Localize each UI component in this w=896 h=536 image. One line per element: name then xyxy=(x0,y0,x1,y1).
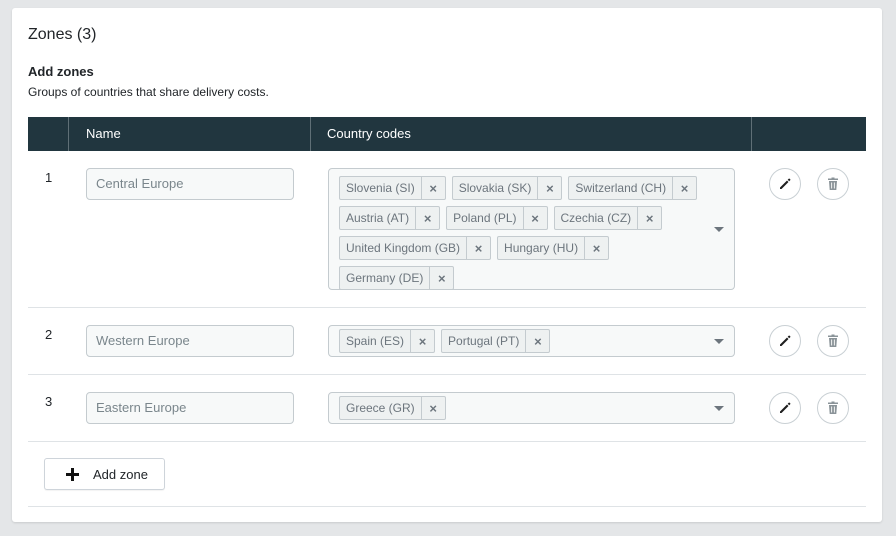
header-divider xyxy=(310,117,311,151)
row-number: 3 xyxy=(45,394,53,409)
country-codes-select[interactable]: Spain (ES) × Portugal (PT) × xyxy=(328,325,735,357)
column-header-name: Name xyxy=(86,126,121,141)
pencil-icon xyxy=(780,402,791,413)
chip-label: Hungary (HU) xyxy=(504,241,579,255)
remove-chip-icon[interactable]: × xyxy=(410,330,434,352)
edit-zone-button[interactable] xyxy=(769,392,801,424)
remove-chip-icon[interactable]: × xyxy=(584,237,608,259)
zone-row: 1 Central Europe Slovenia (SI) × Slovakia… xyxy=(28,151,866,308)
country-chip: Greece (GR) × xyxy=(339,396,446,420)
dropdown-caret-icon[interactable] xyxy=(714,227,724,232)
edit-zone-button[interactable] xyxy=(769,168,801,200)
chip-label: Switzerland (CH) xyxy=(575,181,667,195)
chip-label: United Kingdom (GB) xyxy=(346,241,461,255)
remove-chip-icon[interactable]: × xyxy=(415,207,439,229)
header-divider xyxy=(68,117,69,151)
country-chip: Slovakia (SK) × xyxy=(451,176,563,200)
remove-chip-icon[interactable]: × xyxy=(525,330,549,352)
country-chip: United Kingdom (GB) × xyxy=(339,236,492,260)
zone-row: 2 Western Europe Spain (ES) × Portugal (P… xyxy=(28,308,866,375)
add-zone-button[interactable]: Add zone xyxy=(44,458,165,490)
delete-zone-button[interactable] xyxy=(817,325,849,357)
row-number: 2 xyxy=(45,327,53,342)
country-chip: Austria (AT) × xyxy=(339,206,441,230)
trash-icon xyxy=(828,401,838,414)
country-chip: Poland (PL) × xyxy=(446,206,548,230)
remove-chip-icon[interactable]: × xyxy=(522,207,547,229)
zone-name-input[interactable]: Central Europe xyxy=(86,168,294,200)
zone-name-input[interactable]: Western Europe xyxy=(86,325,294,357)
table-header: Name Country codes xyxy=(28,117,866,151)
remove-chip-icon[interactable]: × xyxy=(420,177,445,199)
country-chip: Slovenia (SI) × xyxy=(339,176,446,200)
country-chip: Switzerland (CH) × xyxy=(568,176,698,200)
dropdown-caret-icon[interactable] xyxy=(714,339,724,344)
zone-name-input[interactable]: Eastern Europe xyxy=(86,392,294,424)
edit-zone-button[interactable] xyxy=(769,325,801,357)
pencil-icon xyxy=(780,335,791,346)
delete-zone-button[interactable] xyxy=(817,392,849,424)
country-chip: Czechia (CZ) × xyxy=(553,206,663,230)
remove-chip-icon[interactable]: × xyxy=(637,207,661,229)
bottom-divider xyxy=(28,506,866,507)
card-title: Zones (3) xyxy=(28,26,97,43)
chip-label: Germany (DE) xyxy=(346,271,424,285)
country-codes-select[interactable]: Slovenia (SI) × Slovakia (SK) × Switzerlan… xyxy=(328,168,735,290)
pencil-icon xyxy=(780,178,791,189)
country-chip: Hungary (HU) × xyxy=(497,236,610,260)
add-zone-label: Add zone xyxy=(93,466,148,482)
chip-label: Czechia (CZ) xyxy=(560,211,632,225)
chip-label: Slovakia (SK) xyxy=(458,181,532,195)
country-codes-select[interactable]: Greece (GR) × xyxy=(328,392,735,424)
delete-zone-button[interactable] xyxy=(817,168,849,200)
chip-label: Portugal (PT) xyxy=(448,334,520,348)
chip-label: Greece (GR) xyxy=(346,401,415,415)
chip-label: Poland (PL) xyxy=(453,211,517,225)
remove-chip-icon[interactable]: × xyxy=(429,267,453,289)
country-chip: Germany (DE) × xyxy=(339,266,455,290)
section-description: Groups of countries that share delivery … xyxy=(28,85,269,99)
section-title: Add zones xyxy=(28,64,94,79)
header-divider xyxy=(751,117,752,151)
dropdown-caret-icon[interactable] xyxy=(714,406,724,411)
trash-icon xyxy=(828,177,838,190)
chip-label: Slovenia (SI) xyxy=(346,181,415,195)
trash-icon xyxy=(828,334,838,347)
remove-chip-icon[interactable]: × xyxy=(672,177,696,199)
chip-label: Austria (AT) xyxy=(346,211,410,225)
country-chip: Spain (ES) × xyxy=(339,329,436,353)
zone-row: 3 Eastern Europe Greece (GR) × xyxy=(28,375,866,442)
remove-chip-icon[interactable]: × xyxy=(466,237,490,259)
row-number: 1 xyxy=(45,170,53,185)
remove-chip-icon[interactable]: × xyxy=(537,177,561,199)
country-chip: Portugal (PT) × xyxy=(441,329,551,353)
remove-chip-icon[interactable]: × xyxy=(420,397,445,419)
column-header-country-codes: Country codes xyxy=(327,126,411,141)
plus-icon xyxy=(65,467,79,481)
chip-label: Spain (ES) xyxy=(346,334,405,348)
zones-card: Zones (3) Add zones Groups of countries … xyxy=(12,8,882,522)
